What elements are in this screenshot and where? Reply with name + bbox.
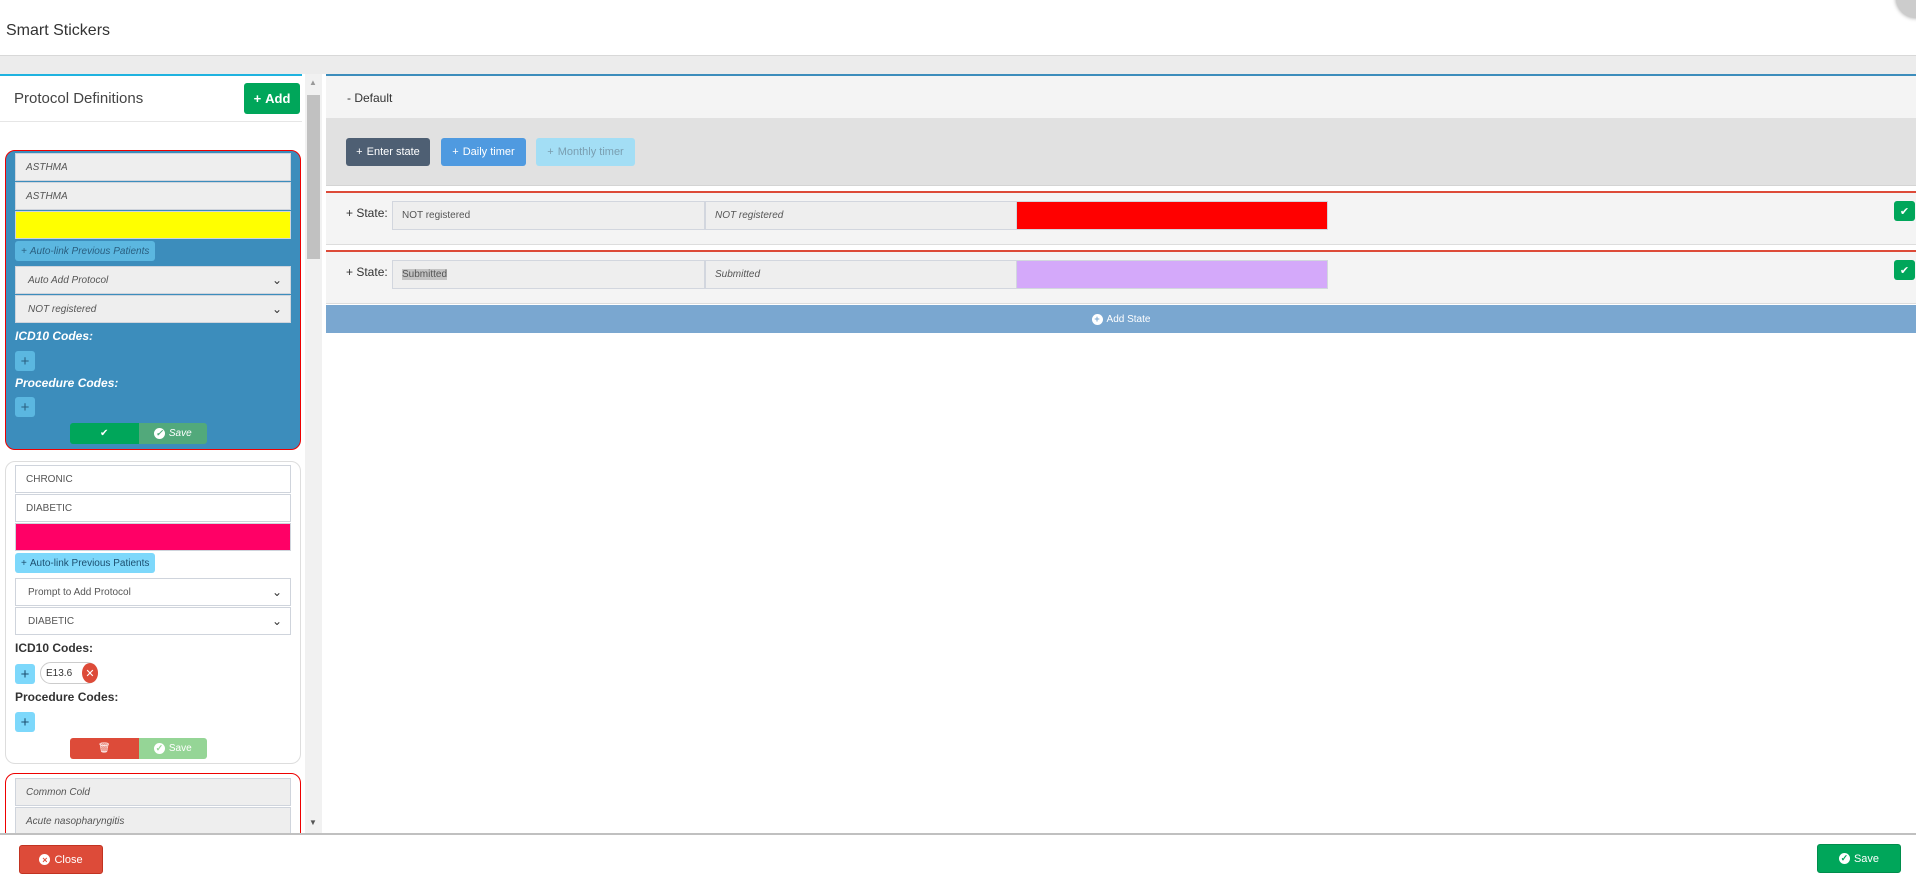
plus-circle-icon: + [1091,313,1103,325]
scrollbar-thumb[interactable] [307,95,320,259]
protocol-name-input[interactable]: Common Cold [15,778,291,806]
confirm-state-button[interactable]: ✔ [1894,201,1915,221]
close-button[interactable]: × Close [19,845,103,874]
state-name-input[interactable]: NOT registered [392,201,705,230]
plus-icon: + [21,245,27,257]
scroll-up-icon[interactable]: ▲ [309,78,317,87]
plus-icon: + [547,146,554,158]
plus-icon: + [21,557,27,569]
chevron-down-icon: ⌄ [271,614,282,628]
protocol-action-select[interactable]: Prompt to Add Protocol ⌄ [15,578,291,606]
chevron-down-icon: ⌄ [271,585,282,599]
protocol-color-picker[interactable] [15,211,291,239]
add-procedure-button[interactable]: + [15,712,35,732]
check-circle-icon: ✓ [153,743,165,754]
procedure-label: Procedure Codes: [15,690,119,704]
card-actions: ✔ ✓ Save [70,423,207,444]
autolink-button[interactable]: + Auto-link Previous Patients [15,241,156,261]
protocol-name-input[interactable]: ASTHMA [15,153,291,181]
protocol-name-input[interactable]: CHRONIC [15,465,291,493]
plus-icon: + [452,146,459,158]
footer: × Close ✓ Save [0,833,1916,878]
enter-state-button[interactable]: + Enter state [346,138,430,166]
protocol-display-input[interactable]: DIABETIC [15,494,291,522]
save-protocol-button[interactable]: ✓ Save [138,423,207,444]
card-actions: 🗑 ✓ Save [70,738,207,759]
state-editor-panel: - Default + Enter state + Daily timer + Mon… [326,74,1916,834]
add-icd10-button[interactable]: + [15,351,35,371]
add-state-button[interactable]: + Add State [326,305,1916,333]
section-title: - Default [347,91,393,105]
confirm-state-button[interactable]: ✔ [1894,260,1915,280]
state-row: + State: Submitted Submitted ✔ [326,250,1916,304]
autolink-button[interactable]: + Auto-link Previous Patients [15,553,156,573]
state-label: + State: [346,206,388,220]
save-protocol-button[interactable]: ✓ Save [138,738,207,759]
panel-title: Protocol Definitions [14,90,144,107]
add-protocol-button[interactable]: + Add [244,83,300,114]
add-procedure-button[interactable]: + [15,397,35,417]
protocol-state-select[interactable]: DIABETIC ⌄ [15,607,291,635]
icd10-label: ICD10 Codes: [15,329,94,343]
check-circle-icon: ✓ [153,428,165,439]
protocol-display-input[interactable]: ASTHMA [15,182,291,210]
scroll-down-icon[interactable]: ▼ [309,818,317,827]
save-button[interactable]: ✓ Save [1817,844,1901,873]
state-name-input[interactable]: Submitted [392,260,705,289]
left-scrollbar[interactable]: ▲ ▼ [305,74,322,834]
icd10-label: ICD10 Codes: [15,641,94,655]
protocol-card-chronic[interactable]: CHRONIC DIABETIC + Auto-link Previous Pat… [5,461,301,764]
protocol-card-common-cold[interactable]: Common Cold Acute nasopharyngitis [5,773,301,834]
close-circle-icon: × [39,854,51,865]
check-icon: ✔ [1899,264,1910,277]
state-color-picker[interactable] [1016,260,1328,289]
chevron-down-icon: ⌄ [271,273,282,287]
page-title: Smart Stickers [6,22,111,39]
delete-button[interactable]: 🗑 [70,738,139,759]
state-label: + State: [346,265,388,279]
protocol-display-input[interactable]: Acute nasopharyngitis [15,807,291,834]
protocol-state-select[interactable]: NOT registered ⌄ [15,295,291,323]
monthly-timer-button[interactable]: + Monthly timer [536,138,635,166]
app-header: Smart Stickers [0,0,1916,56]
avatar[interactable] [1896,0,1916,18]
remove-code-icon[interactable]: ✕ [82,663,98,683]
plus-icon: + [253,91,262,106]
plus-icon: + [356,146,363,158]
state-color-picker[interactable] [1016,201,1328,230]
state-row: + State: NOT registered NOT registered ✔ [326,191,1916,245]
divider-band [0,56,1916,74]
trigger-toolbar: + Enter state + Daily timer + Monthly timer [326,118,1916,186]
protocol-definitions-panel: Protocol Definitions + Add ASTHMA ASTHMA … [0,74,305,834]
check-icon: ✔ [100,428,109,439]
chevron-down-icon: ⌄ [271,302,282,316]
icd10-code-tag: E13.6 ✕ [40,662,98,684]
state-display-input[interactable]: NOT registered [705,201,1017,230]
check-circle-icon: ✓ [1838,853,1850,864]
state-display-input[interactable]: Submitted [705,260,1017,289]
confirm-button[interactable]: ✔ [70,423,139,444]
section-header[interactable]: - Default [326,74,1916,118]
daily-timer-button[interactable]: + Daily timer [441,138,526,166]
protocol-card-asthma[interactable]: ASTHMA ASTHMA + Auto-link Previous Patien… [5,150,301,450]
procedure-label: Procedure Codes: [15,376,119,390]
check-icon: ✔ [1899,205,1910,218]
trash-icon: 🗑 [97,743,111,754]
protocol-color-picker[interactable] [15,523,291,551]
panel-header: Protocol Definitions + Add [0,74,302,122]
protocol-action-select[interactable]: Auto Add Protocol ⌄ [15,266,291,294]
add-icd10-button[interactable]: + [15,664,35,684]
